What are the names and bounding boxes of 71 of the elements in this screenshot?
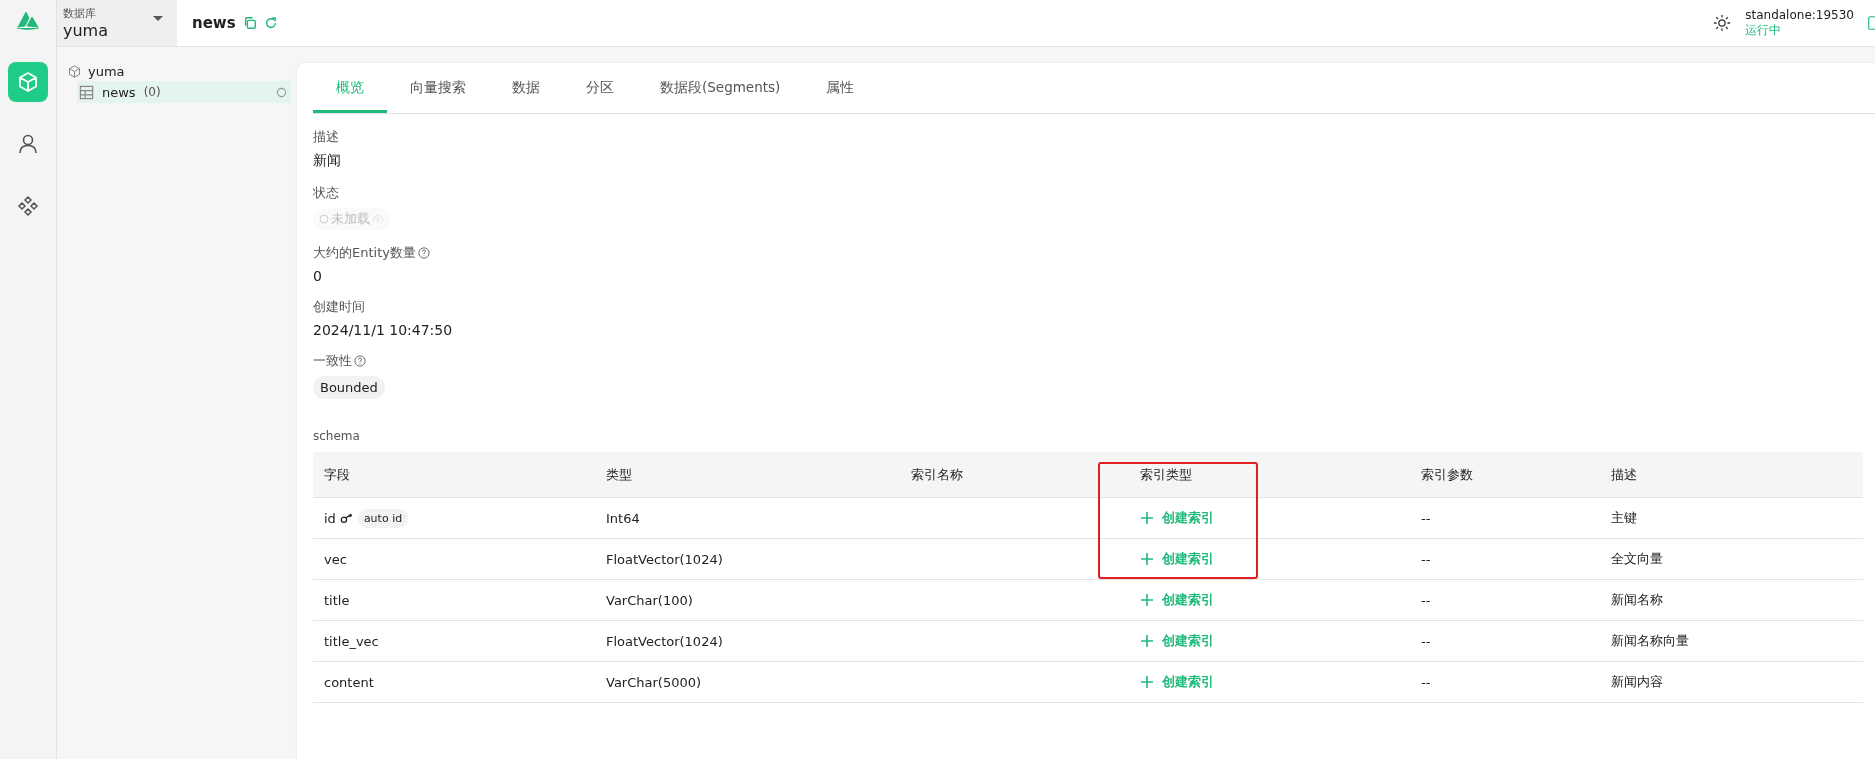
status-circle-icon	[276, 86, 287, 98]
table-cell-text: --	[1420, 510, 1432, 526]
table-cell: id	[324, 510, 336, 526]
field-label: 创建时间	[313, 298, 365, 316]
table-cell: title	[324, 592, 350, 608]
tab[interactable]: 属性	[803, 63, 878, 113]
tab[interactable]: 向量搜索	[387, 63, 489, 113]
plus-icon	[1140, 511, 1154, 525]
plus-icon	[1140, 634, 1154, 648]
auto-id-badge: auto id	[357, 508, 409, 528]
column-header: 字段	[323, 465, 351, 484]
plus-icon	[1140, 593, 1154, 607]
field-label: 描述	[313, 128, 339, 146]
table-cell-text: VarChar(100)	[605, 592, 694, 608]
column-header: 描述	[1610, 465, 1638, 484]
help-icon[interactable]	[417, 247, 430, 259]
field-label: 状态	[313, 184, 339, 202]
section-title: schema	[313, 429, 361, 443]
table-cell-text: --	[1420, 592, 1432, 608]
logo-icon	[16, 10, 40, 30]
plus-icon	[1140, 552, 1154, 566]
field-label: 大约的Entity数量	[313, 244, 416, 262]
database-selector[interactable]: 数据库 yuma	[57, 0, 177, 46]
table-cell-text: VarChar(5000)	[605, 674, 703, 690]
table-cell-text: 新闻名称	[1610, 591, 1664, 609]
collection-name: news	[102, 84, 136, 100]
column-header: 类型	[605, 465, 633, 484]
table-cell-text: 新闻内容	[1610, 673, 1664, 691]
diamonds-icon	[16, 194, 40, 218]
table-cell-text: FloatVector(1024)	[605, 633, 724, 649]
caret-icon	[153, 16, 163, 21]
panel-icon[interactable]	[1868, 13, 1875, 33]
table-cell-text: 全文向量	[1610, 550, 1664, 568]
tree-item[interactable]: yuma	[88, 63, 125, 79]
server-address: standalone:19530	[1745, 7, 1854, 22]
plus-icon	[1140, 675, 1154, 689]
cube-icon	[16, 70, 40, 94]
copy-icon[interactable]	[242, 16, 257, 30]
table-cell-text: --	[1420, 633, 1432, 649]
tab[interactable]: 数据段(Segments)	[637, 63, 804, 113]
column-header: 索引名称	[910, 465, 964, 484]
tab[interactable]: 数据	[489, 63, 563, 113]
theme-toggle-icon[interactable]	[1713, 14, 1732, 32]
table-cell-text: --	[1420, 551, 1432, 567]
table-cell-text: 新闻名称向量	[1610, 632, 1690, 650]
table-icon	[79, 84, 94, 100]
column-header: 索引类型	[1139, 465, 1193, 484]
database-icon	[67, 63, 82, 79]
circle-icon	[319, 214, 329, 224]
table-cell: vec	[324, 551, 347, 567]
table-cell: title_vec	[324, 633, 379, 649]
field-value: 0	[313, 268, 323, 284]
refresh-icon[interactable]	[263, 16, 278, 30]
tab[interactable]: 分区	[563, 63, 637, 113]
consistency-chip: Bounded	[313, 376, 385, 399]
table-cell-text: --	[1420, 674, 1432, 690]
key-icon	[339, 512, 354, 524]
server-status: 运行中	[1745, 21, 1783, 39]
column-header: 索引参数	[1420, 465, 1474, 484]
collection-tree-item[interactable]: news (0)	[77, 81, 291, 103]
field-value: 2024/11/1 10:47:50	[313, 322, 454, 338]
table-cell-text: Int64	[605, 510, 641, 526]
entity-count: (0)	[143, 85, 161, 99]
table-cell: content	[324, 674, 374, 690]
collection-title: news	[192, 14, 236, 32]
table-cell-text: 主键	[1610, 509, 1638, 527]
field-label: 一致性	[313, 352, 352, 370]
field-value: 新闻	[313, 152, 342, 170]
user-icon	[16, 132, 40, 156]
help-icon[interactable]	[354, 355, 366, 367]
table-cell-text: FloatVector(1024)	[605, 551, 724, 567]
